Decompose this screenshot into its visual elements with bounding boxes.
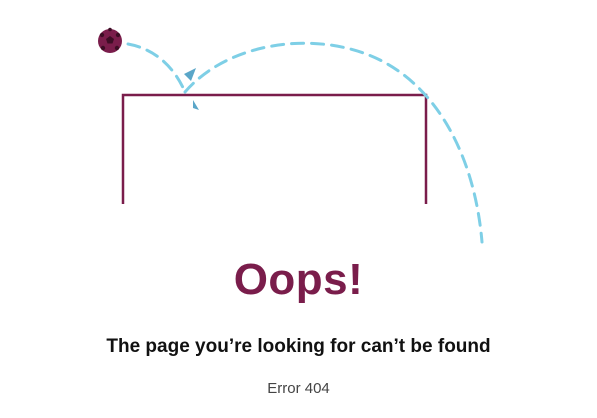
page-title: Oops!: [233, 255, 364, 304]
error-message: The page you’re looking for can’t be fou…: [106, 336, 491, 357]
error-page: Oops! The page you’re looking for can’t …: [0, 0, 597, 418]
trajectory-path: [126, 41, 484, 244]
soccer-ball-icon: [98, 27, 122, 53]
error-code-label: Error 404: [267, 380, 330, 397]
error-illustration: [98, 27, 484, 244]
goal-icon: [121, 93, 428, 204]
